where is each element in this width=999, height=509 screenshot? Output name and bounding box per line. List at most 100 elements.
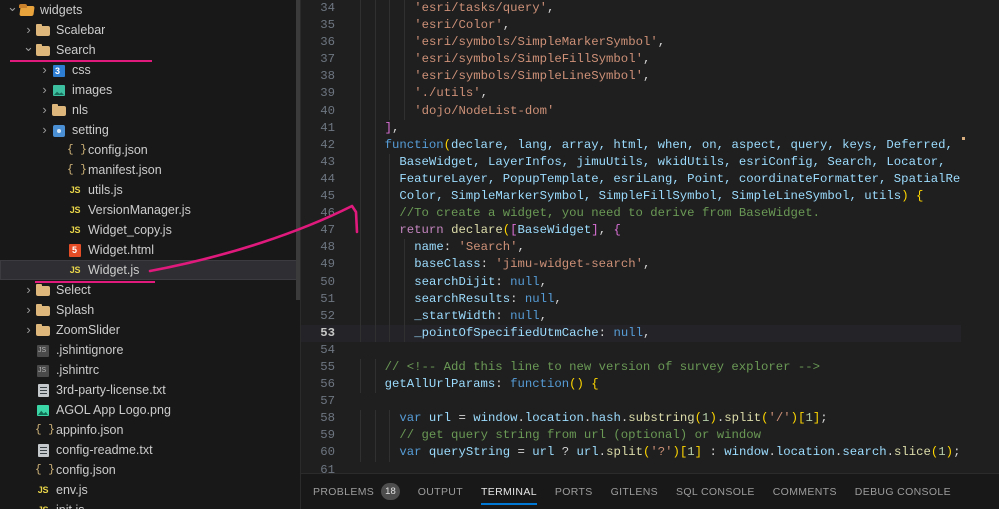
tree-item-zoomslider[interactable]: › ZoomSlider bbox=[0, 320, 300, 340]
chevron-right-icon[interactable]: › bbox=[22, 280, 35, 300]
tree-item-setting[interactable]: › setting bbox=[0, 120, 300, 140]
code-line[interactable]: 38 'esri/symbols/SimpleLineSymbol', bbox=[301, 68, 999, 86]
code-line[interactable]: 60 var queryString = url ? url.split('?')… bbox=[301, 444, 999, 462]
tree-item-widget-js[interactable]: Widget.js bbox=[0, 260, 300, 280]
panel-tab-sql-console[interactable]: SQL CONSOLE bbox=[676, 474, 755, 509]
folder-icon bbox=[35, 322, 51, 338]
bottom-panel-tabbar[interactable]: PROBLEMS 18 OUTPUT TERMINAL PORTS GITLENS SQL … bbox=[301, 473, 999, 509]
code-line[interactable]: 57 bbox=[301, 393, 999, 410]
code-token: ) bbox=[901, 189, 909, 204]
panel-tab-terminal[interactable]: TERMINAL bbox=[481, 474, 537, 509]
tree-item-scalebar[interactable]: › Scalebar bbox=[0, 20, 300, 40]
code-line[interactable]: 40 'dojo/NodeList-dom' bbox=[301, 102, 999, 120]
code-line[interactable]: 54 bbox=[301, 342, 999, 359]
code-tokens: //To create a widget, you need to derive… bbox=[355, 206, 820, 220]
code-line[interactable]: 45 Color, SimpleMarkerSymbol, SimpleFillS… bbox=[301, 188, 999, 206]
chevron-right-icon[interactable]: › bbox=[22, 300, 35, 320]
explorer-sidebar[interactable]: ⌄widgets›Scalebar⌄Search›css›images›nls›… bbox=[0, 0, 301, 509]
code-line[interactable]: 41], bbox=[301, 119, 999, 137]
panel-tab-problems[interactable]: PROBLEMS 18 bbox=[313, 474, 400, 509]
tree-item-versionmanager-js[interactable]: VersionManager.js bbox=[0, 200, 300, 220]
file-tree[interactable]: ⌄widgets›Scalebar⌄Search›css›images›nls›… bbox=[0, 0, 300, 509]
code-line[interactable]: 61 bbox=[301, 462, 999, 473]
tree-item-agol-app-logo-png[interactable]: AGOL App Logo.png bbox=[0, 400, 300, 420]
code-token: baseClass bbox=[414, 257, 481, 272]
tree-item-splash[interactable]: › Splash bbox=[0, 300, 300, 320]
chevron-right-icon[interactable]: › bbox=[38, 100, 51, 120]
code-token: : bbox=[510, 291, 525, 306]
indent-guide bbox=[404, 34, 406, 52]
code-token: 'esri/Color' bbox=[414, 18, 503, 33]
code-line[interactable]: 56 getAllUrlParams: function() { bbox=[301, 376, 999, 394]
sidebar-scrollbar-thumb[interactable] bbox=[296, 0, 300, 300]
minimap[interactable] bbox=[961, 0, 999, 473]
code-line[interactable]: 39 './utils', bbox=[301, 85, 999, 103]
panel-tab-debug-console[interactable]: DEBUG CONSOLE bbox=[855, 474, 951, 509]
code-line[interactable]: 34 'esri/tasks/query', bbox=[301, 0, 999, 18]
code-token: ) bbox=[672, 445, 680, 460]
tree-item-manifest-json[interactable]: manifest.json bbox=[0, 160, 300, 180]
tree-item-jshintignore[interactable]: .jshintignore bbox=[0, 340, 300, 360]
code-line[interactable]: 53 _pointOfSpecifiedUtmCache: null, bbox=[301, 324, 999, 342]
tree-item-label: Widget.html bbox=[88, 243, 154, 257]
chevron-right-icon[interactable]: › bbox=[38, 80, 51, 100]
chevron-right-icon[interactable]: › bbox=[22, 320, 35, 340]
tree-item-images[interactable]: › images bbox=[0, 80, 300, 100]
code-line[interactable]: 49 baseClass: 'jimu-widget-search', bbox=[301, 256, 999, 274]
code-line-text: var queryString = url ? url.split('?')[1… bbox=[345, 444, 999, 462]
tree-item-widgets[interactable]: ⌄ widgets bbox=[0, 0, 300, 20]
code-token: function bbox=[510, 377, 570, 392]
json-icon bbox=[35, 422, 51, 438]
code-line[interactable]: 51 searchResults: null, bbox=[301, 290, 999, 308]
code-line[interactable]: 46 //To create a widget, you need to deri… bbox=[301, 205, 999, 223]
panel-tab-comments[interactable]: COMMENTS bbox=[773, 474, 837, 509]
code-tokens: return declare([BaseWidget], { bbox=[355, 223, 620, 237]
code-line[interactable]: 50 searchDijit: null, bbox=[301, 273, 999, 291]
panel-tab-ports[interactable]: PORTS bbox=[555, 474, 593, 509]
code-line-text: return declare([BaseWidget], { bbox=[345, 222, 999, 240]
code-line[interactable]: 43 BaseWidget, LayerInfos, jimuUtils, wki… bbox=[301, 153, 999, 171]
chevron-down-icon[interactable]: ⌄ bbox=[6, 0, 19, 17]
code-line[interactable]: 58 var url = window.location.hash.substri… bbox=[301, 410, 999, 428]
code-token: ; bbox=[820, 411, 828, 426]
chevron-right-icon[interactable]: › bbox=[38, 60, 51, 80]
tree-item-config-readme-txt[interactable]: config-readme.txt bbox=[0, 440, 300, 460]
code-line[interactable]: 52 _startWidth: null, bbox=[301, 307, 999, 325]
panel-tab-output[interactable]: OUTPUT bbox=[418, 474, 463, 509]
line-number: 57 bbox=[320, 394, 335, 409]
chevron-right-icon[interactable]: › bbox=[38, 120, 51, 140]
tree-item-utils-js[interactable]: utils.js bbox=[0, 180, 300, 200]
code-line[interactable]: 59 // get query string from url (optional… bbox=[301, 427, 999, 445]
indent-guide bbox=[374, 136, 376, 154]
code-line[interactable]: 44 FeatureLayer, PopupTemplate, esriLang,… bbox=[301, 170, 999, 189]
line-number: 50 bbox=[320, 274, 335, 289]
tree-item-init-js[interactable]: init.js bbox=[0, 500, 300, 509]
tree-item-config-json[interactable]: config.json bbox=[0, 140, 300, 160]
sidebar-scrollbar[interactable] bbox=[296, 0, 300, 509]
code-line[interactable]: 47 return declare([BaseWidget], { bbox=[301, 222, 999, 240]
tree-item-3rd-party-license-txt[interactable]: 3rd-party-license.txt bbox=[0, 380, 300, 400]
code-line[interactable]: 37 'esri/symbols/SimpleFillSymbol', bbox=[301, 51, 999, 69]
code-line[interactable]: 42 function(declare, lang, array, html, w… bbox=[301, 136, 999, 154]
code-line[interactable]: 48 name: 'Search', bbox=[301, 239, 999, 257]
tree-item-search[interactable]: ⌄ Search bbox=[0, 37, 300, 60]
code-line[interactable]: 35 'esri/Color', bbox=[301, 17, 999, 35]
panel-tab-gitlens[interactable]: GITLENS bbox=[611, 474, 658, 509]
code-content[interactable]: 34 'esri/tasks/query', 35 'esri/Color', 36 'e… bbox=[301, 0, 999, 473]
tree-item-select[interactable]: › Select bbox=[0, 280, 300, 300]
code-token: url bbox=[428, 411, 452, 426]
tree-item-widget-html[interactable]: Widget.html bbox=[0, 240, 300, 260]
tree-item-nls[interactable]: › nls bbox=[0, 100, 300, 120]
tree-item-jshintrc[interactable]: .jshintrc bbox=[0, 360, 300, 380]
code-tokens: 'esri/symbols/SimpleFillSymbol', bbox=[355, 52, 650, 66]
tree-item-env-js[interactable]: env.js bbox=[0, 480, 300, 500]
line-number: 49 bbox=[320, 257, 335, 272]
tree-item-widget-copy-js[interactable]: Widget_copy.js bbox=[0, 220, 300, 240]
code-line[interactable]: 36 'esri/symbols/SimpleMarkerSymbol', bbox=[301, 34, 999, 52]
editor-area[interactable]: 34 'esri/tasks/query', 35 'esri/Color', 36 'e… bbox=[301, 0, 999, 509]
tree-item-css[interactable]: › css bbox=[0, 60, 300, 80]
code-line[interactable]: 55 // <!-- Add this line to new version o… bbox=[301, 358, 999, 377]
tree-item-config-json[interactable]: config.json bbox=[0, 460, 300, 480]
chevron-down-icon[interactable]: ⌄ bbox=[22, 37, 35, 57]
tree-item-appinfo-json[interactable]: appinfo.json bbox=[0, 420, 300, 440]
